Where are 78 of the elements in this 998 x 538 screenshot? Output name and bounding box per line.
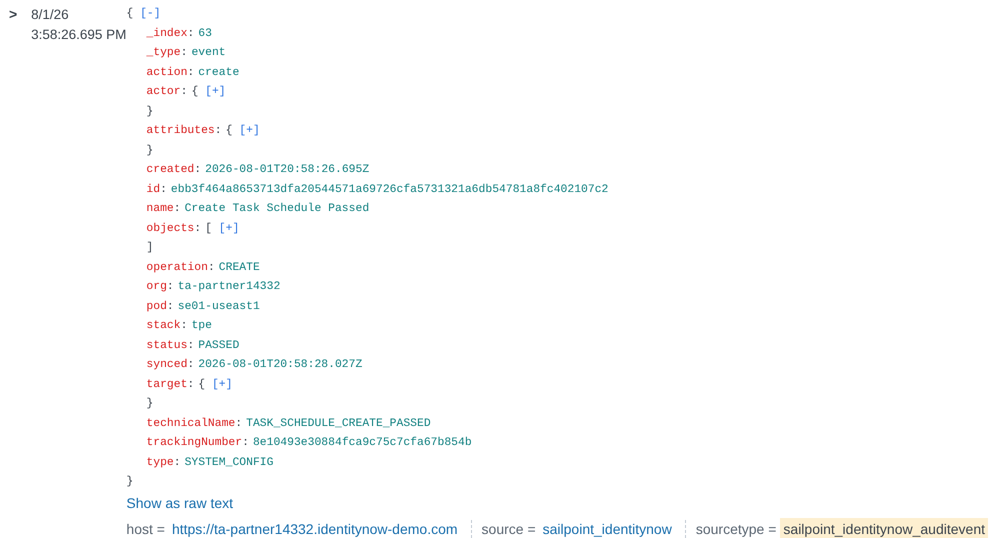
field-value: ta-partner14332	[178, 281, 280, 293]
field-key: action	[146, 66, 188, 78]
bracket: {	[198, 378, 206, 390]
key-separator: :	[187, 28, 194, 40]
field-key: _type	[146, 47, 181, 59]
bracket: }	[146, 106, 154, 118]
key-separator: :	[180, 47, 188, 59]
field-value: se01-useast1	[178, 300, 260, 312]
field-key: trackingNumber	[146, 437, 242, 449]
field-key: synced	[146, 359, 188, 371]
key-separator: :	[194, 164, 202, 176]
field-value-link[interactable]: sailpoint_identitynow_auditevent	[780, 518, 988, 538]
key-separator: :	[160, 184, 167, 196]
expand-toggle[interactable]: [+]	[205, 83, 226, 102]
field-value: SYSTEM_CONFIG	[184, 456, 274, 468]
key-separator: :	[242, 437, 249, 449]
field-value: PASSED	[198, 340, 240, 352]
bracket: ]	[146, 242, 154, 254]
field-value: event	[191, 47, 226, 59]
field-key: name	[146, 203, 174, 215]
bracket: {	[226, 125, 232, 137]
key-separator: :	[180, 320, 188, 332]
brace: {	[126, 8, 134, 20]
key-separator: :	[194, 222, 202, 234]
bracket: }	[146, 144, 154, 156]
field-value: 8e10493e30884fca9c75c7cfa67b854b	[252, 437, 472, 449]
field-value: 63	[198, 28, 212, 40]
bracket: {	[191, 86, 198, 98]
field-key: attributes	[146, 125, 215, 137]
field-value: create	[198, 66, 240, 78]
expand-toggle-button[interactable]: >	[9, 5, 18, 24]
key-separator: :	[180, 86, 188, 98]
key-separator: :	[187, 340, 194, 352]
expand-toggle[interactable]: [+]	[212, 376, 232, 395]
field-value: Create Task Schedule Passed	[184, 203, 370, 215]
field-label: host =	[126, 520, 165, 538]
expand-toggle[interactable]: [+]	[239, 122, 260, 142]
bracket: }	[146, 398, 154, 410]
key-separator: :	[174, 456, 181, 468]
field-key: actor	[146, 86, 181, 98]
key-separator: :	[174, 203, 181, 215]
field-value: TASK_SCHEDULE_CREATE_PASSED	[246, 418, 431, 430]
key-separator: :	[166, 300, 174, 312]
field-value: tpe	[191, 320, 212, 332]
key-separator: :	[235, 418, 242, 430]
field-key: pod	[146, 300, 167, 312]
expand-toggle[interactable]: [+]	[218, 220, 240, 239]
field-value: CREATE	[218, 262, 260, 274]
event-time: 3:58:26.695 PM	[31, 26, 126, 44]
key-separator: :	[187, 359, 194, 371]
field-value: 2026-08-01T20:58:26.695Z	[205, 164, 370, 176]
bracket: [	[205, 222, 212, 234]
field-key: objects	[146, 222, 194, 234]
field-label: sourcetype =	[696, 520, 776, 538]
field-key: status	[146, 340, 188, 352]
field-value-link[interactable]: sailpoint_identitynow	[540, 518, 675, 538]
field-key: operation	[146, 262, 208, 274]
field-key: _index	[146, 28, 188, 40]
field-key: id	[146, 184, 160, 196]
key-separator: :	[166, 281, 174, 293]
field-key: type	[146, 456, 174, 468]
field-value: 2026-08-01T20:58:28.027Z	[198, 359, 362, 371]
show-raw-text-link[interactable]: Show as raw text	[126, 494, 234, 512]
key-separator: :	[187, 378, 194, 390]
collapse-toggle[interactable]: [-]	[140, 5, 161, 24]
event-date: 8/1/26	[31, 6, 69, 24]
field-key: stack	[146, 320, 181, 332]
key-separator: :	[187, 66, 194, 78]
brace: }	[126, 476, 134, 488]
key-separator: :	[214, 125, 222, 137]
field-value-link[interactable]: https://ta-partner14332.identitynow-demo.com	[168, 518, 461, 538]
field-value: ebb3f464a8653713dfa20544571a69726cfa5731321a6db54781a8fc402107c2	[170, 184, 608, 196]
field-key: technicalName	[146, 418, 236, 430]
key-separator: :	[208, 262, 215, 274]
field-key: target	[146, 378, 188, 390]
field-key: created	[146, 164, 194, 176]
field-key: org	[146, 281, 167, 293]
field-label: source =	[482, 520, 536, 538]
